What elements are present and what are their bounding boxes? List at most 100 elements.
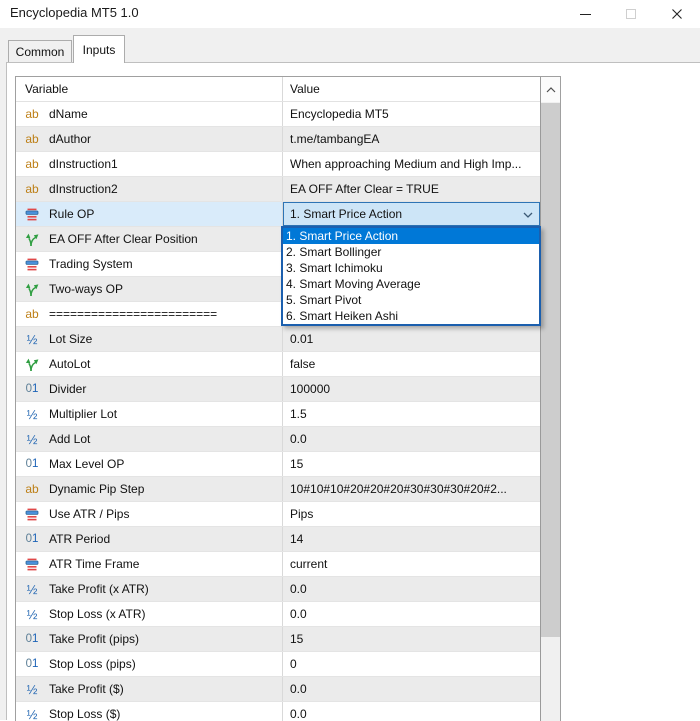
string-icon: ab <box>22 307 42 321</box>
value-cell[interactable]: false <box>283 352 540 376</box>
value-cell[interactable]: 0 <box>283 652 540 676</box>
string-icon: ab <box>22 107 42 121</box>
variable-cell[interactable]: Rule OP <box>16 202 283 226</box>
table-row[interactable]: ½Take Profit ($)0.0 <box>16 677 540 702</box>
table-row[interactable]: ½Add Lot0.0 <box>16 427 540 452</box>
dropdown-option[interactable]: 2. Smart Bollinger <box>283 244 539 260</box>
table-row[interactable]: ATR Time Framecurrent <box>16 552 540 577</box>
dropdown-option[interactable]: 3. Smart Ichimoku <box>283 260 539 276</box>
variable-cell[interactable]: ½Multiplier Lot <box>16 402 283 426</box>
variable-cell[interactable]: ½Lot Size <box>16 327 283 351</box>
scrollbar-thumb[interactable] <box>541 103 560 637</box>
variable-cell[interactable]: ½Stop Loss ($) <box>16 702 283 721</box>
table-row[interactable]: abdNameEncyclopedia MT5 <box>16 102 540 127</box>
value-cell[interactable]: 1.5 <box>283 402 540 426</box>
integer-icon: 01 <box>22 383 42 395</box>
table-row[interactable]: ½Take Profit (x ATR)0.0 <box>16 577 540 602</box>
variable-cell[interactable]: 01Max Level OP <box>16 452 283 476</box>
close-button[interactable] <box>654 0 700 28</box>
maximize-icon <box>626 9 636 19</box>
variable-cell[interactable]: Two-ways OP <box>16 277 283 301</box>
variable-name: Stop Loss (x ATR) <box>49 607 145 621</box>
variable-cell[interactable]: abDynamic Pip Step <box>16 477 283 501</box>
integer-icon: 01 <box>22 458 42 470</box>
variable-cell[interactable]: abdInstruction1 <box>16 152 283 176</box>
value-cell[interactable]: Pips <box>283 502 540 526</box>
table-row[interactable]: abdInstruction1When approaching Medium a… <box>16 152 540 177</box>
table-row[interactable]: Rule OP1. Smart Price Action <box>16 202 540 227</box>
enum-icon <box>22 506 42 522</box>
double-icon: ½ <box>22 582 42 597</box>
value-cell[interactable]: 0.0 <box>283 677 540 701</box>
table-row[interactable]: ½Lot Size0.01 <box>16 327 540 352</box>
value-cell[interactable]: 0.0 <box>283 427 540 451</box>
table-row[interactable]: ½ Stop Loss (x ATR) 0.0 <box>16 602 540 627</box>
value-cell[interactable]: 15 <box>283 452 540 476</box>
table-row[interactable]: 01Max Level OP15 <box>16 452 540 477</box>
table-row[interactable]: abDynamic Pip Step10#10#10#20#20#20#30#3… <box>16 477 540 502</box>
table-row[interactable]: Use ATR / PipsPips <box>16 502 540 527</box>
variable-cell[interactable]: 01ATR Period <box>16 527 283 551</box>
minimize-icon <box>580 14 591 15</box>
value-cell[interactable]: When approaching Medium and High Imp... <box>283 152 540 176</box>
variable-cell[interactable]: ½ Stop Loss (x ATR) <box>16 602 283 626</box>
value-cell[interactable]: 14 <box>283 527 540 551</box>
value-cell[interactable]: 0.0 <box>283 702 540 721</box>
dropdown-option[interactable]: 6. Smart Heiken Ashi <box>283 308 539 324</box>
variable-cell[interactable]: AutoLot <box>16 352 283 376</box>
value-cell[interactable]: 0.01 <box>283 327 540 351</box>
vertical-scrollbar[interactable] <box>540 77 560 721</box>
value-cell[interactable]: 0.0 <box>283 577 540 601</box>
integer-icon: 01 <box>22 633 42 645</box>
dialog-body: Common Inputs Variable Value abdNameEncy… <box>0 28 700 720</box>
dropdown-option[interactable]: 1. Smart Price Action <box>283 228 539 244</box>
variable-cell[interactable]: 01Take Profit (pips) <box>16 627 283 651</box>
variable-cell[interactable]: ab======================== <box>16 302 283 326</box>
table-row[interactable]: 01ATR Period14 <box>16 527 540 552</box>
value-cell[interactable]: 100000 <box>283 377 540 401</box>
variable-name: dAuthor <box>49 132 91 146</box>
close-icon <box>671 8 683 20</box>
table-row[interactable]: ½Stop Loss ($)0.0 <box>16 702 540 721</box>
variable-cell[interactable]: ½Take Profit (x ATR) <box>16 577 283 601</box>
variable-cell[interactable]: Trading System <box>16 252 283 276</box>
value-cell[interactable]: current <box>283 552 540 576</box>
variable-cell[interactable]: abdName <box>16 102 283 126</box>
tab-common[interactable]: Common <box>8 40 72 63</box>
dropdown-option[interactable]: 4. Smart Moving Average <box>283 276 539 292</box>
variable-cell[interactable]: ATR Time Frame <box>16 552 283 576</box>
variable-cell[interactable]: 01Divider <box>16 377 283 401</box>
variable-name: dName <box>49 107 88 121</box>
table-row[interactable]: abdInstruction2EA OFF After Clear = TRUE <box>16 177 540 202</box>
variable-cell[interactable]: Use ATR / Pips <box>16 502 283 526</box>
variable-cell[interactable]: EA OFF After Clear Position <box>16 227 283 251</box>
table-row[interactable]: abdAuthort.me/tambangEA <box>16 127 540 152</box>
variable-name: Add Lot <box>49 432 90 446</box>
value-cell[interactable]: 15 <box>283 627 540 651</box>
variable-cell[interactable]: ½Add Lot <box>16 427 283 451</box>
value-cell[interactable]: 0.0 <box>283 602 540 626</box>
variable-cell[interactable]: abdInstruction2 <box>16 177 283 201</box>
minimize-button[interactable] <box>562 0 608 28</box>
variable-cell[interactable]: 01Stop Loss (pips) <box>16 652 283 676</box>
maximize-button[interactable] <box>608 0 654 28</box>
tab-inputs[interactable]: Inputs <box>73 35 125 63</box>
variable-name: ATR Period <box>49 532 110 546</box>
table-row[interactable]: ½Multiplier Lot1.5 <box>16 402 540 427</box>
value-cell[interactable]: t.me/tambangEA <box>283 127 540 151</box>
value-cell[interactable]: Encyclopedia MT5 <box>283 102 540 126</box>
variable-name: Multiplier Lot <box>49 407 117 421</box>
dropdown-option[interactable]: 5. Smart Pivot <box>283 292 539 308</box>
scrollbar-up-button[interactable] <box>541 77 560 102</box>
value-cell[interactable]: 10#10#10#20#20#20#30#30#30#20#2... <box>283 477 540 501</box>
variable-cell[interactable]: ½Take Profit ($) <box>16 677 283 701</box>
table-row[interactable]: 01Take Profit (pips)15 <box>16 627 540 652</box>
value-cell[interactable]: EA OFF After Clear = TRUE <box>283 177 540 201</box>
double-icon: ½ <box>22 607 42 622</box>
rule-op-combobox[interactable]: 1. Smart Price Action <box>283 202 540 226</box>
table-row[interactable]: AutoLotfalse <box>16 352 540 377</box>
table-row[interactable]: 01Divider100000 <box>16 377 540 402</box>
table-row[interactable]: 01Stop Loss (pips)0 <box>16 652 540 677</box>
variable-cell[interactable]: abdAuthor <box>16 127 283 151</box>
bool-icon <box>22 356 42 372</box>
